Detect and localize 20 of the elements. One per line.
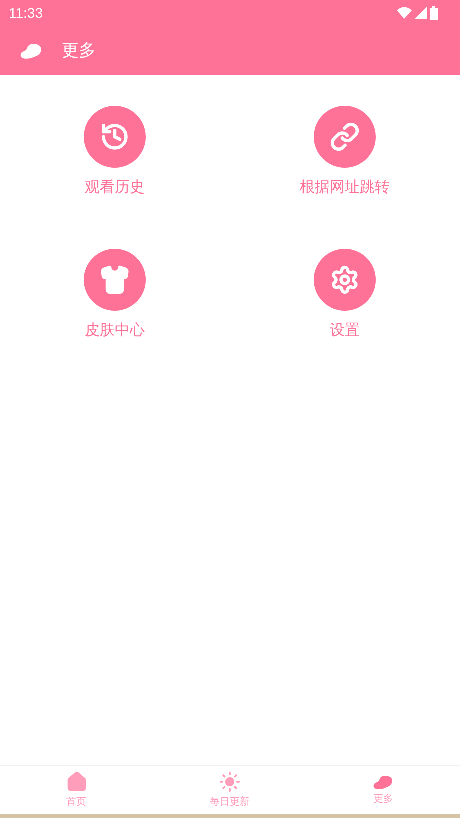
settings-icon — [330, 265, 360, 295]
page-title: 更多 — [62, 40, 96, 62]
signal-icon — [415, 7, 427, 19]
nav-tab[interactable]: 更多 — [306, 766, 460, 814]
shirt-icon — [100, 265, 130, 295]
menu-label[interactable]: 皮肤中心 — [85, 321, 145, 340]
wifi-icon — [397, 7, 412, 19]
bean-icon — [373, 774, 394, 790]
menu-label[interactable]: 根据网址跳转 — [300, 178, 390, 197]
sun-icon — [218, 771, 241, 793]
home-icon — [66, 771, 88, 793]
nav-tab[interactable]: 每日更新 — [153, 766, 307, 814]
history-icon — [100, 122, 130, 152]
nav-tab[interactable]: 首页 — [0, 766, 154, 814]
menu-label[interactable]: 观看历史 — [85, 178, 145, 197]
battery-icon — [430, 6, 438, 20]
menu-label[interactable]: 设置 — [330, 321, 360, 340]
bean-icon — [20, 42, 42, 60]
link-icon — [330, 122, 360, 152]
status-time: 11:33 — [9, 5, 43, 21]
